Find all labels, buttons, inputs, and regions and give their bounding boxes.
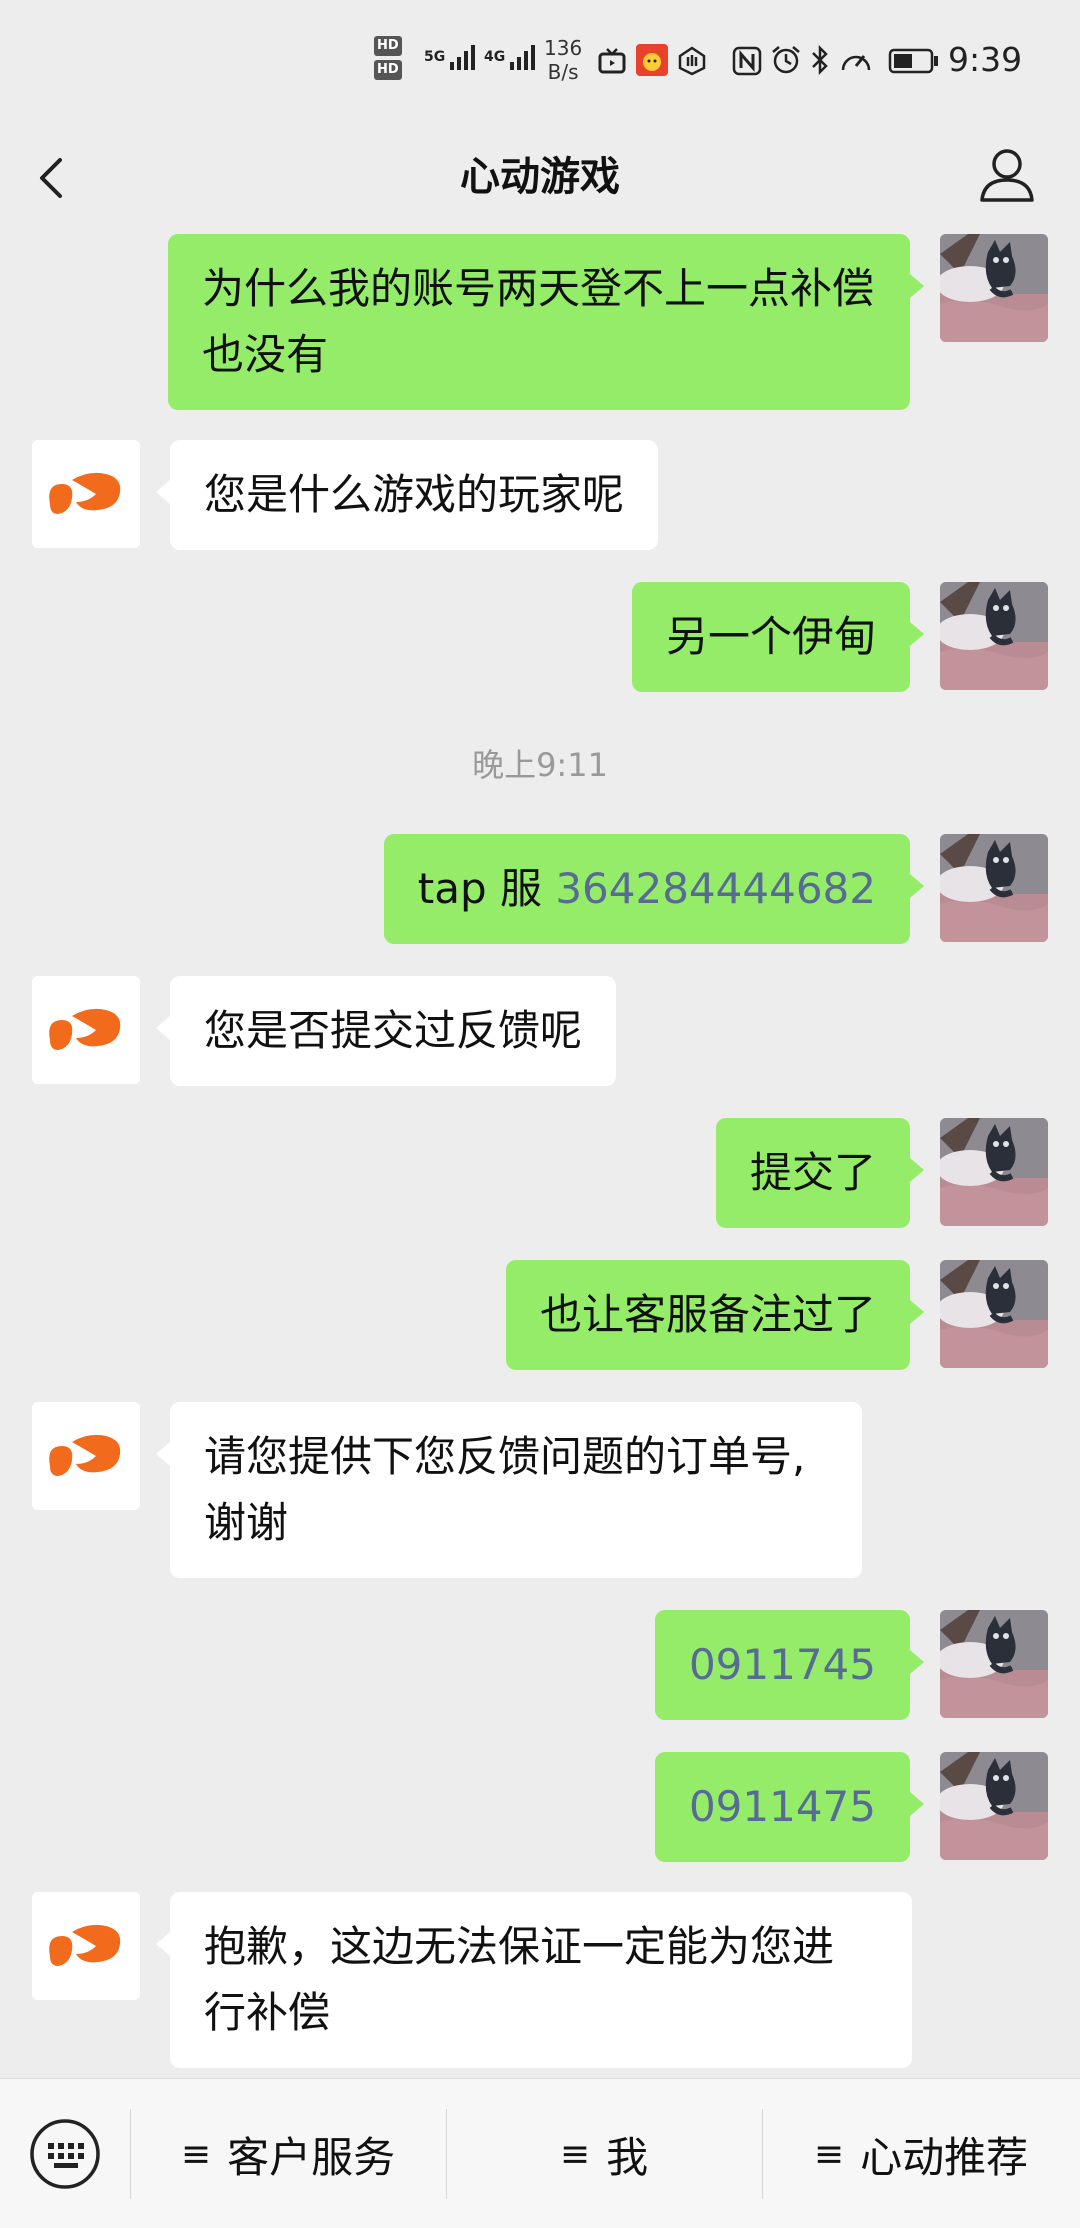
clock-time: 9:39 bbox=[948, 40, 1023, 79]
message-line: 请您提供下您反馈问题的订单号, bbox=[204, 1432, 806, 1481]
battery-icon bbox=[888, 48, 940, 74]
signal-bars-icon bbox=[450, 45, 476, 70]
brand-avatar[interactable] bbox=[32, 1402, 140, 1510]
message-bubble[interactable]: 您是什么游戏的玩家呢 bbox=[155, 440, 659, 550]
cat-avatar-image bbox=[940, 1752, 1048, 1860]
user-avatar[interactable] bbox=[940, 234, 1048, 342]
menu-label: 心动推荐 bbox=[860, 2132, 1029, 2182]
brand-avatar[interactable] bbox=[32, 1892, 140, 2000]
xd-brand-logo bbox=[32, 1402, 140, 1510]
menu-recommend[interactable]: ≡ 心动推荐 bbox=[762, 2079, 1080, 2228]
bluetooth-icon bbox=[810, 44, 830, 76]
net-speed: 136 B/s bbox=[544, 36, 582, 84]
cat-avatar-image bbox=[940, 1118, 1048, 1226]
cat-avatar-image bbox=[940, 834, 1048, 942]
message-bubble[interactable]: 请您提供下您反馈问题的订单号, 谢谢 bbox=[156, 1402, 862, 1578]
message-bubble[interactable]: tap 服 364284444682 bbox=[383, 834, 925, 944]
menu-customer-service[interactable]: ≡ 客户服务 bbox=[130, 2079, 446, 2228]
keyboard-toggle-button[interactable] bbox=[28, 2117, 102, 2191]
account-number-link[interactable]: 364284444682 bbox=[555, 864, 876, 913]
xd-brand-logo bbox=[32, 976, 140, 1084]
alarm-icon bbox=[770, 44, 802, 76]
cat-avatar-image bbox=[940, 234, 1048, 342]
cat-avatar-image bbox=[940, 1610, 1048, 1718]
menu-list-icon: ≡ bbox=[813, 2133, 845, 2175]
status-bar: HD HD 5G 4G 136 B/s 9:39 bbox=[0, 0, 1080, 124]
chat-message-list[interactable]: 为什么我的账号两天登不上一点补偿也没有 您是什么游戏的玩家呢 另一个伊甸 晚上9… bbox=[0, 232, 1080, 2078]
net-speed-unit: B/s bbox=[547, 60, 579, 84]
message-line: 谢谢 bbox=[204, 1498, 289, 1547]
user-avatar[interactable] bbox=[940, 834, 1048, 942]
hand-icon bbox=[676, 46, 708, 76]
xd-brand-logo bbox=[32, 1892, 140, 2000]
user-avatar[interactable] bbox=[940, 1118, 1048, 1226]
message-line: 行补偿 bbox=[204, 1988, 331, 2037]
message-line: 抱歉，这边无法保证一定能为您进 bbox=[204, 1922, 835, 1971]
hd1-badge: HD bbox=[374, 36, 402, 56]
net-type-4g: 4G bbox=[484, 49, 506, 65]
speedometer-icon bbox=[838, 44, 874, 76]
keyboard-icon bbox=[30, 2119, 100, 2189]
app-notification-icon bbox=[636, 44, 668, 76]
user-avatar[interactable] bbox=[940, 1752, 1048, 1860]
menu-list-icon: ≡ bbox=[180, 2133, 212, 2175]
user-profile-icon bbox=[980, 149, 1034, 202]
user-avatar[interactable] bbox=[940, 582, 1048, 690]
menu-list-icon: ≡ bbox=[559, 2133, 591, 2175]
message-text: tap 服 bbox=[417, 864, 556, 913]
page-title: 心动游戏 bbox=[460, 154, 620, 200]
signal-bars-icon bbox=[510, 45, 536, 70]
nfc-icon bbox=[732, 46, 762, 76]
user-avatar[interactable] bbox=[940, 1260, 1048, 1368]
hd-indicator: HD HD bbox=[374, 36, 402, 80]
message-bubble[interactable]: 为什么我的账号两天登不上一点补偿也没有 bbox=[168, 234, 924, 410]
brand-avatar[interactable] bbox=[32, 440, 140, 548]
signal-5g: 5G bbox=[424, 42, 478, 72]
message-bubble[interactable]: 也让客服备注过了 bbox=[505, 1260, 925, 1370]
bottom-menu-bar: ≡ 客户服务 ≡ 我 ≡ 心动推荐 bbox=[0, 2078, 1080, 2228]
chat-header: 心动游戏 bbox=[0, 124, 1080, 232]
message-bubble[interactable]: 您是否提交过反馈呢 bbox=[155, 976, 617, 1086]
profile-button[interactable] bbox=[972, 140, 1042, 210]
message-bubble[interactable]: 另一个伊甸 bbox=[631, 582, 925, 692]
xd-brand-logo bbox=[32, 440, 140, 548]
brand-avatar[interactable] bbox=[32, 976, 140, 1084]
net-type-5g: 5G bbox=[424, 49, 446, 65]
signal-4g: 4G bbox=[484, 42, 538, 72]
message-bubble[interactable]: 提交了 bbox=[715, 1118, 925, 1228]
order-number-link[interactable]: 0911745 bbox=[654, 1610, 925, 1720]
menu-label: 客户服务 bbox=[227, 2132, 396, 2182]
order-number-link[interactable]: 0911475 bbox=[654, 1752, 925, 1862]
message-timestamp: 晚上9:11 bbox=[472, 746, 608, 784]
cat-avatar-image bbox=[940, 582, 1048, 690]
cat-avatar-image bbox=[940, 1260, 1048, 1368]
tv-icon bbox=[598, 48, 626, 74]
menu-me[interactable]: ≡ 我 bbox=[446, 2079, 762, 2228]
menu-label: 我 bbox=[606, 2132, 649, 2182]
net-speed-value: 136 bbox=[544, 36, 583, 60]
message-bubble[interactable]: 抱歉，这边无法保证一定能为您进 行补偿 bbox=[156, 1892, 912, 2068]
hd2-badge: HD bbox=[374, 60, 402, 80]
user-avatar[interactable] bbox=[940, 1610, 1048, 1718]
